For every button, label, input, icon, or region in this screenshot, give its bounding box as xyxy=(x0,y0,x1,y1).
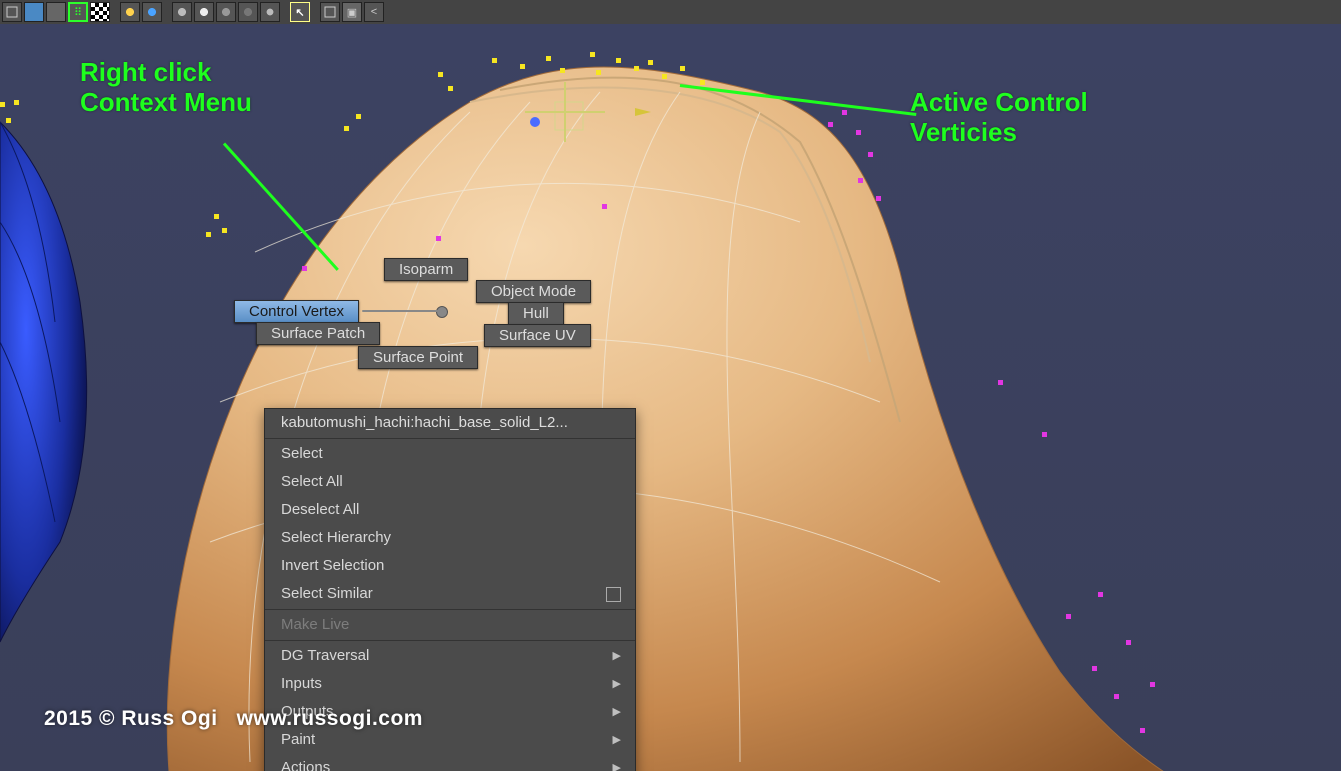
cube-lit-icon[interactable] xyxy=(24,2,44,22)
sphere-dk-icon[interactable] xyxy=(238,2,258,22)
sphere-lg-icon[interactable] xyxy=(194,2,214,22)
window-icon[interactable]: ▣ xyxy=(342,2,362,22)
menu-make-live: Make Live xyxy=(265,611,635,639)
mm-surface-uv[interactable]: Surface UV xyxy=(484,324,591,347)
menu-deselect-all[interactable]: Deselect All xyxy=(265,496,635,524)
mm-surface-patch[interactable]: Surface Patch xyxy=(256,322,380,345)
arrow-icon[interactable]: ↖ xyxy=(290,2,310,22)
watermark: 2015 © Russ Ogi www.russogi.com xyxy=(44,707,423,731)
mm-control-vertex[interactable]: Control Vertex xyxy=(234,300,359,323)
scene-graphics xyxy=(0,22,1341,771)
menu-actions[interactable]: Actions▶ xyxy=(265,754,635,771)
sphere-sm-icon[interactable] xyxy=(260,2,280,22)
head-icon[interactable] xyxy=(172,2,192,22)
blue-dot-icon[interactable] xyxy=(142,2,162,22)
submenu-arrow-icon: ▶ xyxy=(613,758,621,771)
submenu-arrow-icon: ▶ xyxy=(613,674,621,694)
context-menu-header[interactable]: kabutomushi_hachi:hachi_base_solid_L2... xyxy=(265,409,635,437)
menu-inputs[interactable]: Inputs▶ xyxy=(265,670,635,698)
viewport-3d[interactable]: Right click Context Menu Active Control … xyxy=(0,22,1341,771)
mm-object-mode[interactable]: Object Mode xyxy=(476,280,591,303)
submenu-arrow-icon: ▶ xyxy=(613,702,621,722)
cube-icon[interactable] xyxy=(2,2,22,22)
sun-icon[interactable] xyxy=(120,2,140,22)
marking-menu-center xyxy=(436,306,448,318)
top-toolbar: ⠿ ↖ ▣ < xyxy=(0,0,1341,24)
menu-dg-traversal[interactable]: DG Traversal▶ xyxy=(265,642,635,670)
mm-surface-point[interactable]: Surface Point xyxy=(358,346,478,369)
bracket-icon[interactable]: ⠿ xyxy=(68,2,88,22)
mm-hull[interactable]: Hull xyxy=(508,302,564,325)
checker-icon[interactable] xyxy=(90,2,110,22)
cube-outline-icon[interactable] xyxy=(320,2,340,22)
mm-isoparm[interactable]: Isoparm xyxy=(384,258,468,281)
sphere-md-icon[interactable] xyxy=(216,2,236,22)
share-icon[interactable]: < xyxy=(364,2,384,22)
menu-select[interactable]: Select xyxy=(265,440,635,468)
mm-line xyxy=(362,310,438,312)
submenu-arrow-icon: ▶ xyxy=(613,730,621,750)
submenu-arrow-icon: ▶ xyxy=(613,646,621,666)
menu-select-hierarchy[interactable]: Select Hierarchy xyxy=(265,524,635,552)
cube-wire-icon[interactable] xyxy=(46,2,66,22)
menu-select-similar[interactable]: Select Similar xyxy=(265,580,635,608)
menu-invert-selection[interactable]: Invert Selection xyxy=(265,552,635,580)
checkbox-icon[interactable] xyxy=(606,587,621,602)
menu-select-all[interactable]: Select All xyxy=(265,468,635,496)
